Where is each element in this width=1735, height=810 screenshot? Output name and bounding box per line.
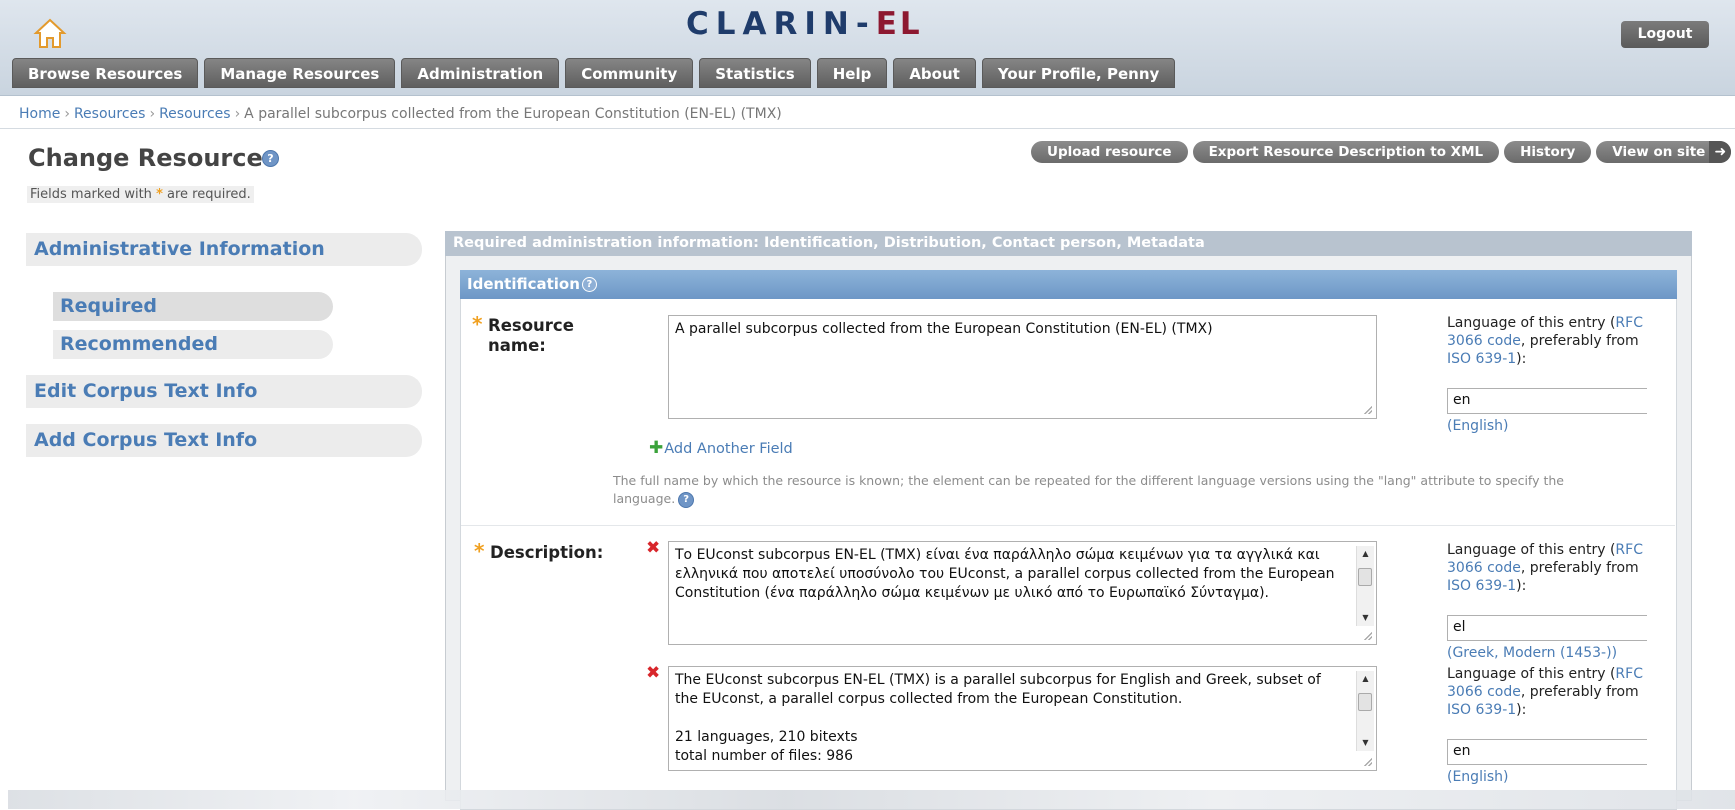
description-el-lang-hint: Language of this entry (RFC 3066 code, p… [1447, 541, 1657, 595]
scroll-thumb[interactable] [1358, 693, 1372, 711]
iso-639-1-link[interactable]: ISO 639-1 [1447, 578, 1516, 594]
scroll-up-icon[interactable]: ▲ [1357, 546, 1374, 562]
taskbar-strip [8, 790, 1735, 809]
breadcrumb-separator: › [149, 106, 156, 122]
description-en-lang-hint: Language of this entry (RFC 3066 code, p… [1447, 665, 1657, 719]
breadcrumb-resources-2[interactable]: Resources [159, 106, 231, 122]
help-icon[interactable]: ? [678, 491, 695, 508]
nav-manage-resources[interactable]: Manage Resources [204, 58, 396, 88]
sidebar-item-add-corpus-text-info[interactable]: Add Corpus Text Info [26, 424, 422, 457]
lang-hint-prefix: Language of this entry ( [1447, 666, 1616, 682]
sidebar-item-administrative-information[interactable]: Administrative Information [26, 233, 422, 266]
brand-main: CLARIN- [686, 6, 876, 42]
resource-name-label-line1: Resource [488, 316, 574, 335]
description-textarea-el[interactable]: Το EUconst subcorpus EN-EL (TMX) είναι έ… [668, 541, 1377, 645]
required-note-prefix: Fields marked with [30, 187, 152, 202]
resource-name-textarea[interactable]: A parallel subcorpus collected from the … [668, 315, 1377, 419]
history-button[interactable]: History [1504, 141, 1592, 163]
identification-title: Identification [467, 275, 580, 293]
description-textarea-en[interactable]: The EUconst subcorpus EN-EL (TMX) is a p… [668, 666, 1377, 771]
resource-name-lang-input[interactable]: en [1447, 388, 1647, 414]
identification-header: Identification? [460, 270, 1677, 299]
sidebar-item-edit-corpus-text-info[interactable]: Edit Corpus Text Info [26, 375, 422, 408]
nav-browse-resources[interactable]: Browse Resources [12, 58, 199, 88]
description-label-text: Description: [490, 543, 604, 562]
resource-name-hint-text: The full name by which the resource is k… [613, 473, 1564, 506]
view-on-site-button[interactable]: View on site ➜ [1596, 141, 1732, 163]
scroll-down-icon[interactable]: ▼ [1357, 610, 1374, 626]
nav-statistics[interactable]: Statistics [699, 58, 811, 88]
brand-suffix: EL [875, 6, 923, 42]
arrow-right-icon: ➜ [1709, 141, 1732, 163]
lang-hint-suffix: ): [1516, 578, 1527, 594]
breadcrumb-home[interactable]: Home [19, 106, 60, 122]
breadcrumb-separator: › [64, 106, 70, 122]
required-star-icon: * [156, 187, 163, 202]
site-header: CLARIN-EL Logout Browse Resources Manage… [0, 0, 1735, 96]
help-icon[interactable]: ? [581, 277, 597, 292]
scroll-up-icon[interactable]: ▲ [1357, 671, 1374, 687]
lang-hint-mid: , preferably from [1520, 560, 1639, 576]
lang-hint-mid: , preferably from [1520, 333, 1639, 349]
lang-hint-suffix: ): [1516, 702, 1527, 718]
resize-grip-icon[interactable] [1364, 632, 1372, 640]
logout-button[interactable]: Logout [1621, 21, 1709, 48]
iso-639-1-link[interactable]: ISO 639-1 [1447, 702, 1516, 718]
scroll-down-icon[interactable]: ▼ [1357, 735, 1374, 751]
nav-community[interactable]: Community [565, 58, 694, 88]
resource-name-lang-hint: Language of this entry (RFC 3066 code, p… [1447, 314, 1657, 368]
nav-about[interactable]: About [893, 58, 976, 88]
lang-hint-suffix: ): [1516, 351, 1527, 367]
add-another-field-link[interactable]: ✚Add Another Field [649, 438, 793, 458]
panel-header: Required administration information: Ide… [445, 231, 1692, 256]
lang-hint-prefix: Language of this entry ( [1447, 542, 1616, 558]
description-en-scrollbar[interactable]: ▲ ▼ [1356, 671, 1374, 751]
nav-profile[interactable]: Your Profile, Penny [981, 58, 1176, 88]
header-divider [0, 128, 1735, 129]
breadcrumb-current: A parallel subcorpus collected from the … [244, 106, 782, 122]
description-el-lang-name: (Greek, Modern (1453-)) [1447, 645, 1618, 661]
help-icon[interactable]: ? [262, 150, 279, 167]
view-on-site-label: View on site [1612, 144, 1706, 160]
resource-name-label-line2: name: [488, 336, 546, 355]
sidebar-item-recommended[interactable]: Recommended [53, 330, 333, 359]
description-el-lang-input[interactable]: el [1447, 615, 1647, 641]
description-en-lang-input[interactable]: en [1447, 739, 1647, 765]
main-nav: Browse Resources Manage Resources Admini… [12, 58, 1176, 88]
resize-grip-icon[interactable] [1364, 406, 1372, 414]
breadcrumb-separator: › [234, 106, 241, 122]
add-another-field-label: Add Another Field [664, 441, 793, 457]
resource-name-hint: The full name by which the resource is k… [613, 472, 1623, 508]
resource-name-lang-name: (English) [1447, 418, 1509, 434]
sidebar-item-required[interactable]: Required [53, 292, 333, 321]
required-star-icon: * [472, 312, 483, 336]
lang-hint-mid: , preferably from [1520, 684, 1639, 700]
breadcrumb: Home › Resources › Resources › A parallel subc… [19, 106, 782, 122]
nav-administration[interactable]: Administration [401, 58, 560, 88]
required-star-icon: * [474, 539, 485, 563]
plus-icon: ✚ [649, 438, 664, 458]
upload-resource-button[interactable]: Upload resource [1031, 141, 1188, 163]
scroll-thumb[interactable] [1358, 568, 1372, 586]
required-note-suffix: are required. [167, 187, 251, 202]
description-el-scrollbar[interactable]: ▲ ▼ [1356, 546, 1374, 626]
action-bar: Upload resource Export Resource Descript… [1031, 141, 1732, 163]
resource-name-label: * Resource name: [472, 314, 574, 356]
export-xml-button[interactable]: Export Resource Description to XML [1192, 141, 1500, 163]
lang-hint-prefix: Language of this entry ( [1447, 315, 1616, 331]
nav-help[interactable]: Help [816, 58, 888, 88]
home-icon[interactable] [33, 16, 67, 50]
description-en-lang-name: (English) [1447, 769, 1509, 785]
brand-logo: CLARIN-EL [686, 6, 923, 42]
iso-639-1-link[interactable]: ISO 639-1 [1447, 351, 1516, 367]
resize-grip-icon[interactable] [1364, 758, 1372, 766]
delete-icon[interactable]: ✖ [646, 663, 660, 683]
breadcrumb-resources[interactable]: Resources [74, 106, 146, 122]
required-note: Fields marked with * are required. [27, 186, 254, 203]
delete-icon[interactable]: ✖ [646, 538, 660, 558]
description-label: * Description: [474, 541, 604, 563]
page-title: Change Resource [28, 144, 263, 172]
field-divider [461, 525, 1675, 526]
